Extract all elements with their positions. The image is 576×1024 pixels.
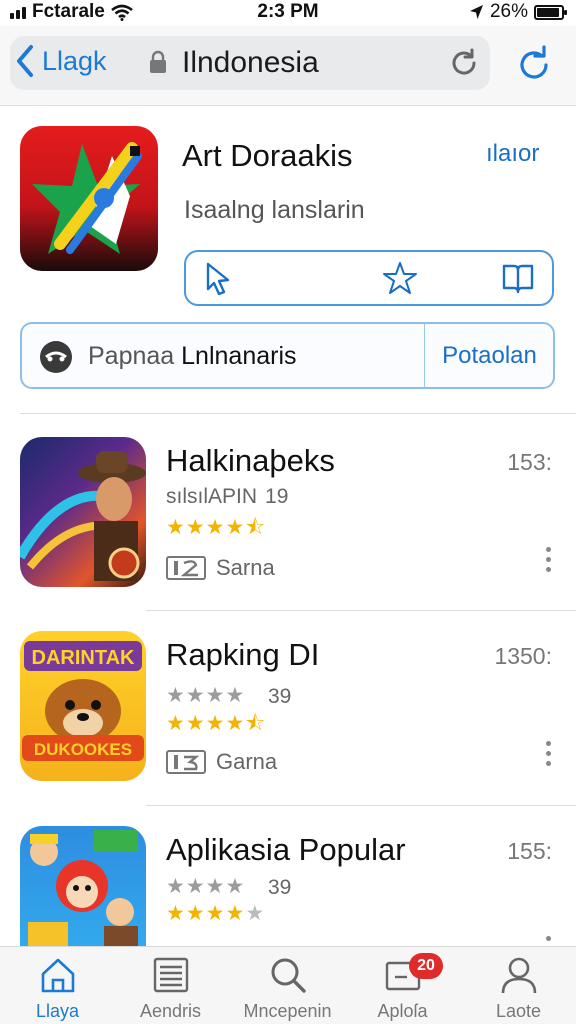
category-label: Garna — [216, 749, 278, 774]
tab-label: Aploſa — [377, 1001, 428, 1021]
tab-label: Aendris — [139, 1001, 202, 1021]
featured-app-link[interactable]: ılaıor — [486, 140, 539, 168]
category-icon — [166, 556, 206, 580]
app-store-screen: Fctarale 2:3 PM 26% Llagk Ilndonesia Art… — [0, 0, 576, 1024]
tab-list[interactable]: Aendris — [113, 953, 228, 1023]
app-meta-count: 19 — [265, 485, 289, 508]
svg-text:DUKOOKES: DUKOOKES — [34, 740, 132, 759]
divider — [20, 413, 576, 414]
app-meta: sılsılAPIN 19 — [166, 485, 288, 509]
tab-profile[interactable]: Laote — [461, 953, 576, 1023]
tab-updates[interactable]: 20 Aploſa — [345, 953, 460, 1023]
more-options-icon[interactable] — [546, 547, 552, 577]
star-rating: ★★★★⯪ — [166, 516, 267, 539]
app-meta: 39 — [268, 876, 291, 900]
list-item[interactable]: DARINTAK DUKOOKES Rapking DI 1350: ★★★★ … — [0, 631, 576, 826]
app-number: 155: — [507, 838, 552, 864]
divider — [146, 610, 576, 611]
star-rating-grey: ★★★★ — [166, 684, 246, 707]
search-term: Lnlnanaris — [181, 342, 297, 370]
back-label: Llagk — [42, 45, 107, 76]
app-meta-count: 39 — [268, 685, 292, 708]
featured-actions-bar — [184, 250, 554, 306]
app-number: 153: — [507, 449, 552, 475]
list-item[interactable]: Halkinaþeks 153: sılsılAPIN 19 ★★★★⯪ Sar… — [0, 437, 576, 632]
featured-app-title: Art Doraakis — [182, 138, 353, 173]
featured-app-subtitle: Isaalng lanslarin — [184, 196, 365, 224]
star-rating: ★★★★★ — [166, 902, 266, 925]
battery-icon — [534, 4, 567, 20]
battery-percent: 26% — [489, 1, 528, 22]
search-row[interactable]: Papnaa Lnlnanaris Potaolan — [20, 322, 555, 389]
category-label: Sarna — [216, 555, 275, 580]
app-icon[interactable] — [20, 437, 146, 587]
reload-icon[interactable] — [448, 47, 480, 79]
app-category: Garna — [166, 749, 277, 775]
app-name: Halkinaþeks — [166, 443, 335, 478]
svg-text:DARINTAK: DARINTAK — [32, 647, 136, 669]
star-icon[interactable] — [382, 260, 418, 296]
search-icon — [271, 958, 306, 993]
app-name: Aplikasia Popular — [166, 832, 406, 867]
tab-label: Llaya — [35, 1001, 80, 1021]
cursor-pointer-icon[interactable] — [200, 260, 236, 296]
status-bar: Fctarale 2:3 PM 26% — [0, 0, 576, 26]
search-button[interactable]: Potaolan — [426, 324, 553, 387]
search-prefix: Papnaa — [88, 342, 175, 370]
app-meta: 39 — [268, 685, 291, 709]
lock-icon — [150, 50, 166, 73]
face-icon — [40, 341, 72, 373]
app-icon[interactable]: DARINTAK DUKOOKES — [20, 631, 146, 781]
app-name: Rapking DI — [166, 637, 320, 672]
book-icon[interactable] — [500, 260, 536, 296]
search-query: Papnaa Lnlnanaris — [88, 342, 297, 371]
tab-label: Laote — [495, 1001, 542, 1021]
app-number: 1350: — [494, 643, 552, 669]
tab-bar: Llaya Aendris Mncepenin 20 Aploſa Laote — [0, 946, 576, 1024]
star-rating-grey: ★★★★ — [166, 875, 246, 898]
notification-badge: 20 — [409, 953, 443, 979]
address-bar[interactable]: Llagk Ilndonesia — [10, 36, 490, 90]
chevron-left-icon — [17, 45, 33, 77]
url-text: Ilndonesia — [182, 46, 319, 79]
app-category: Sarna — [166, 555, 275, 581]
featured-app-icon[interactable] — [20, 126, 158, 271]
app-meta-label: sılsılAPIN — [166, 485, 258, 508]
star-rating: ★★★★⯪ — [166, 712, 267, 735]
divider — [146, 805, 576, 806]
home-icon — [41, 958, 74, 993]
app-meta-count: 39 — [268, 876, 292, 899]
tab-home[interactable]: Llaya — [0, 953, 115, 1023]
refresh-share-icon[interactable] — [518, 45, 552, 81]
list-icon — [153, 957, 188, 993]
tab-label: Mncepenin — [243, 1001, 332, 1021]
navigation-bar: Llagk Ilndonesia — [0, 26, 576, 106]
tab-search[interactable]: Mncepenin — [230, 953, 345, 1023]
location-arrow-icon — [469, 5, 483, 19]
more-options-icon[interactable] — [546, 741, 552, 771]
back-button[interactable]: Llagk — [14, 44, 107, 78]
profile-icon — [501, 957, 536, 994]
category-icon — [166, 750, 206, 774]
